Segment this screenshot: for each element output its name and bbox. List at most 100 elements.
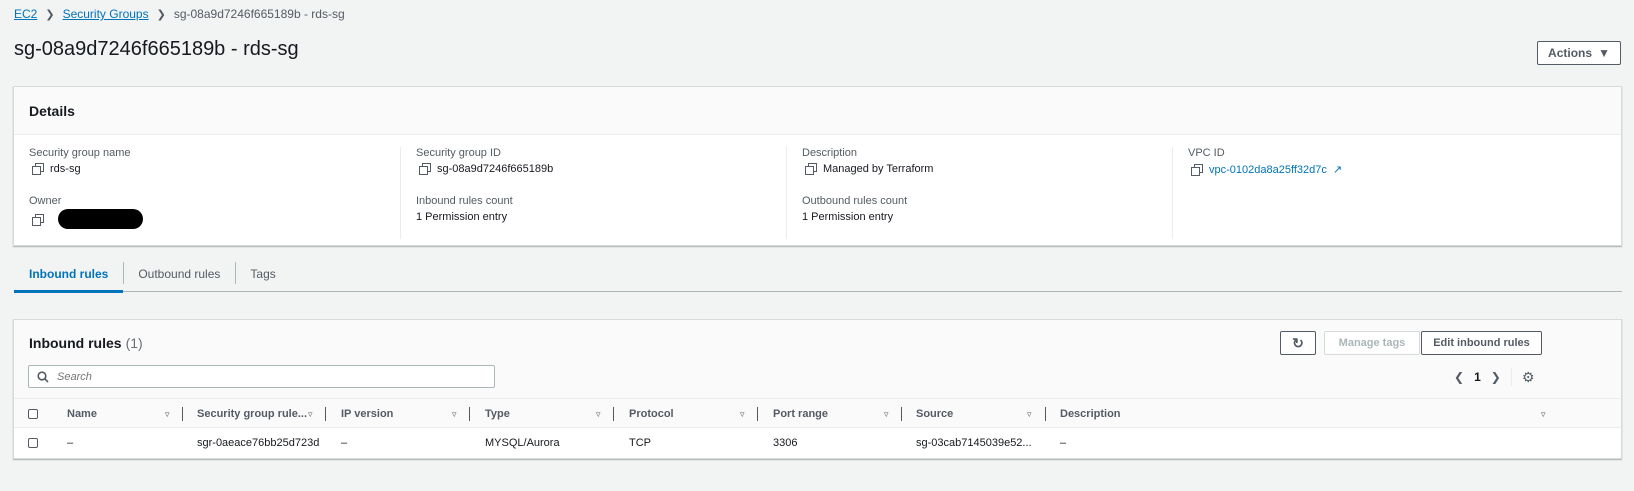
column-label: Port range xyxy=(773,408,829,420)
sort-icon[interactable]: ▿ xyxy=(884,409,889,420)
copy-icon[interactable] xyxy=(32,163,44,175)
column-header-source[interactable]: Source ▿ xyxy=(916,399,1046,429)
inbound-rules-count: (1) xyxy=(125,335,143,351)
pagination: ❮ 1 ❯ ⚙ xyxy=(1454,368,1534,386)
edit-inbound-rules-button[interactable]: Edit inbound rules xyxy=(1421,331,1542,355)
chevron-right-icon[interactable]: ❯ xyxy=(1491,370,1501,384)
column-divider[interactable] xyxy=(182,407,183,421)
chevron-left-icon[interactable]: ❮ xyxy=(1454,370,1464,384)
column-divider[interactable] xyxy=(901,407,902,421)
row-select-cell xyxy=(28,428,38,457)
chevron-right-icon: ❯ xyxy=(156,8,166,21)
copy-icon[interactable] xyxy=(419,163,431,175)
select-all-checkbox[interactable] xyxy=(28,409,38,419)
sort-icon[interactable]: ▿ xyxy=(596,409,601,420)
manage-tags-button[interactable]: Manage tags xyxy=(1324,331,1420,355)
details-column-2: Security group ID sg-08a9d7246f665189b I… xyxy=(400,147,790,239)
description-value: Managed by Terraform xyxy=(823,163,934,175)
sg-name-field: Security group name rds-sg xyxy=(29,147,131,175)
external-link-icon: ↗ xyxy=(1332,164,1343,176)
column-header-rule-id[interactable]: Security group rule... ▿ xyxy=(197,399,327,429)
tab-tags[interactable]: Tags xyxy=(235,256,290,292)
column-divider[interactable] xyxy=(1045,407,1046,421)
table-row[interactable]: – sgr-0aeace76bb25d723d – MYSQL/Aurora T… xyxy=(14,428,1621,457)
chevron-right-icon: ❯ xyxy=(45,8,55,21)
breadcrumb-link-security-groups[interactable]: Security Groups xyxy=(63,7,149,21)
column-divider[interactable] xyxy=(757,407,758,421)
column-header-ip-version[interactable]: IP version ▿ xyxy=(341,399,471,429)
details-column-4: VPC ID vpc-0102da8a25ff32d7c ↗ xyxy=(1172,147,1562,239)
sort-icon[interactable]: ▿ xyxy=(1541,409,1546,420)
actions-label: Actions xyxy=(1548,46,1593,60)
column-header-protocol[interactable]: Protocol ▿ xyxy=(629,399,759,429)
cell-port-range: 3306 xyxy=(773,436,798,449)
cell-rule-id: sgr-0aeace76bb25d723d xyxy=(197,436,320,449)
column-label: Description xyxy=(1060,408,1121,420)
actions-button[interactable]: Actions ▼ xyxy=(1537,41,1621,65)
owner-label: Owner xyxy=(29,195,62,207)
column-divider[interactable] xyxy=(325,407,326,421)
sort-icon[interactable]: ▿ xyxy=(740,409,745,420)
inbound-rules-heading: Inbound rules xyxy=(29,335,122,351)
column-divider[interactable] xyxy=(613,407,614,421)
column-label: Name xyxy=(67,408,97,420)
vpc-id-link[interactable]: vpc-0102da8a25ff32d7c xyxy=(1209,164,1327,176)
cell-source: sg-03cab7145039e52... xyxy=(916,436,1032,449)
column-header-description[interactable]: Description ▿ xyxy=(1060,399,1550,429)
sort-icon[interactable]: ▿ xyxy=(165,409,170,420)
vpc-id-label: VPC ID xyxy=(1188,147,1225,159)
search-field[interactable] xyxy=(28,365,495,388)
description-label: Description xyxy=(802,147,858,159)
search-icon xyxy=(37,370,49,383)
column-label: Protocol xyxy=(629,408,674,420)
inbound-rules-panel: Inbound rules (1) ↻ Manage tags Edit inbo… xyxy=(13,319,1622,459)
inbound-rules-title: Inbound rules (1) xyxy=(29,335,143,351)
sg-id-label: Security group ID xyxy=(416,147,501,159)
column-header-name[interactable]: Name ▿ xyxy=(67,399,184,429)
search-input[interactable] xyxy=(55,369,455,384)
settings-gear-icon[interactable]: ⚙ xyxy=(1522,369,1535,386)
refresh-button[interactable]: ↻ xyxy=(1280,331,1316,355)
page-number[interactable]: 1 xyxy=(1474,370,1481,384)
copy-icon[interactable] xyxy=(32,214,44,226)
cell-protocol: TCP xyxy=(629,436,651,449)
tab-inbound-rules[interactable]: Inbound rules xyxy=(14,256,124,293)
column-label: Source xyxy=(916,408,954,420)
sort-icon[interactable]: ▿ xyxy=(308,409,313,420)
caret-down-icon: ▼ xyxy=(1598,46,1610,60)
column-label: Security group rule... xyxy=(197,408,308,420)
details-grid: Security group name rds-sg Owner Securit… xyxy=(14,135,1621,245)
refresh-icon: ↻ xyxy=(1292,334,1304,351)
sort-icon[interactable]: ▿ xyxy=(452,409,457,420)
details-column-1: Security group name rds-sg Owner xyxy=(14,147,404,239)
column-header-port-range[interactable]: Port range ▿ xyxy=(773,399,903,429)
outbound-count-label: Outbound rules count xyxy=(802,195,908,207)
column-divider[interactable] xyxy=(469,407,470,421)
row-checkbox[interactable] xyxy=(28,437,38,448)
description-field: Description Managed by Terraform xyxy=(802,147,933,175)
page-title: sg-08a9d7246f665189b - rds-sg xyxy=(14,38,299,60)
inbound-count-label: Inbound rules count xyxy=(416,195,513,207)
breadcrumb-current: sg-08a9d7246f665189b - rds-sg xyxy=(173,7,345,21)
sg-id-field: Security group ID sg-08a9d7246f665189b xyxy=(416,147,553,175)
select-all-cell xyxy=(28,399,38,429)
cell-name: – xyxy=(67,436,74,449)
cell-description: – xyxy=(1060,436,1067,449)
details-heading: Details xyxy=(29,102,75,119)
breadcrumb-link-ec2[interactable]: EC2 xyxy=(14,7,37,21)
rules-tabs: Inbound rules Outbound rules Tags xyxy=(14,256,1622,293)
table-header: Name ▿ Security group rule... ▿ IP versi… xyxy=(14,398,1621,428)
inbound-count-field: Inbound rules count 1 Permission entry xyxy=(416,195,513,223)
copy-icon[interactable] xyxy=(805,163,817,175)
outbound-count-value: 1 Permission entry xyxy=(802,211,894,223)
column-label: IP version xyxy=(341,408,394,420)
copy-icon[interactable] xyxy=(1191,163,1203,176)
column-header-type[interactable]: Type ▿ xyxy=(485,399,615,429)
outbound-count-field: Outbound rules count 1 Permission entry xyxy=(802,195,907,223)
cell-type: MYSQL/Aurora xyxy=(485,436,560,449)
details-panel: Details Security group name rds-sg Owner xyxy=(13,86,1622,246)
sort-icon[interactable]: ▿ xyxy=(1027,409,1032,420)
vpc-id-field: VPC ID vpc-0102da8a25ff32d7c ↗ xyxy=(1188,147,1342,176)
inbound-rules-header: Inbound rules (1) ↻ Manage tags Edit inbo… xyxy=(14,320,1621,398)
tab-outbound-rules[interactable]: Outbound rules xyxy=(123,256,235,292)
